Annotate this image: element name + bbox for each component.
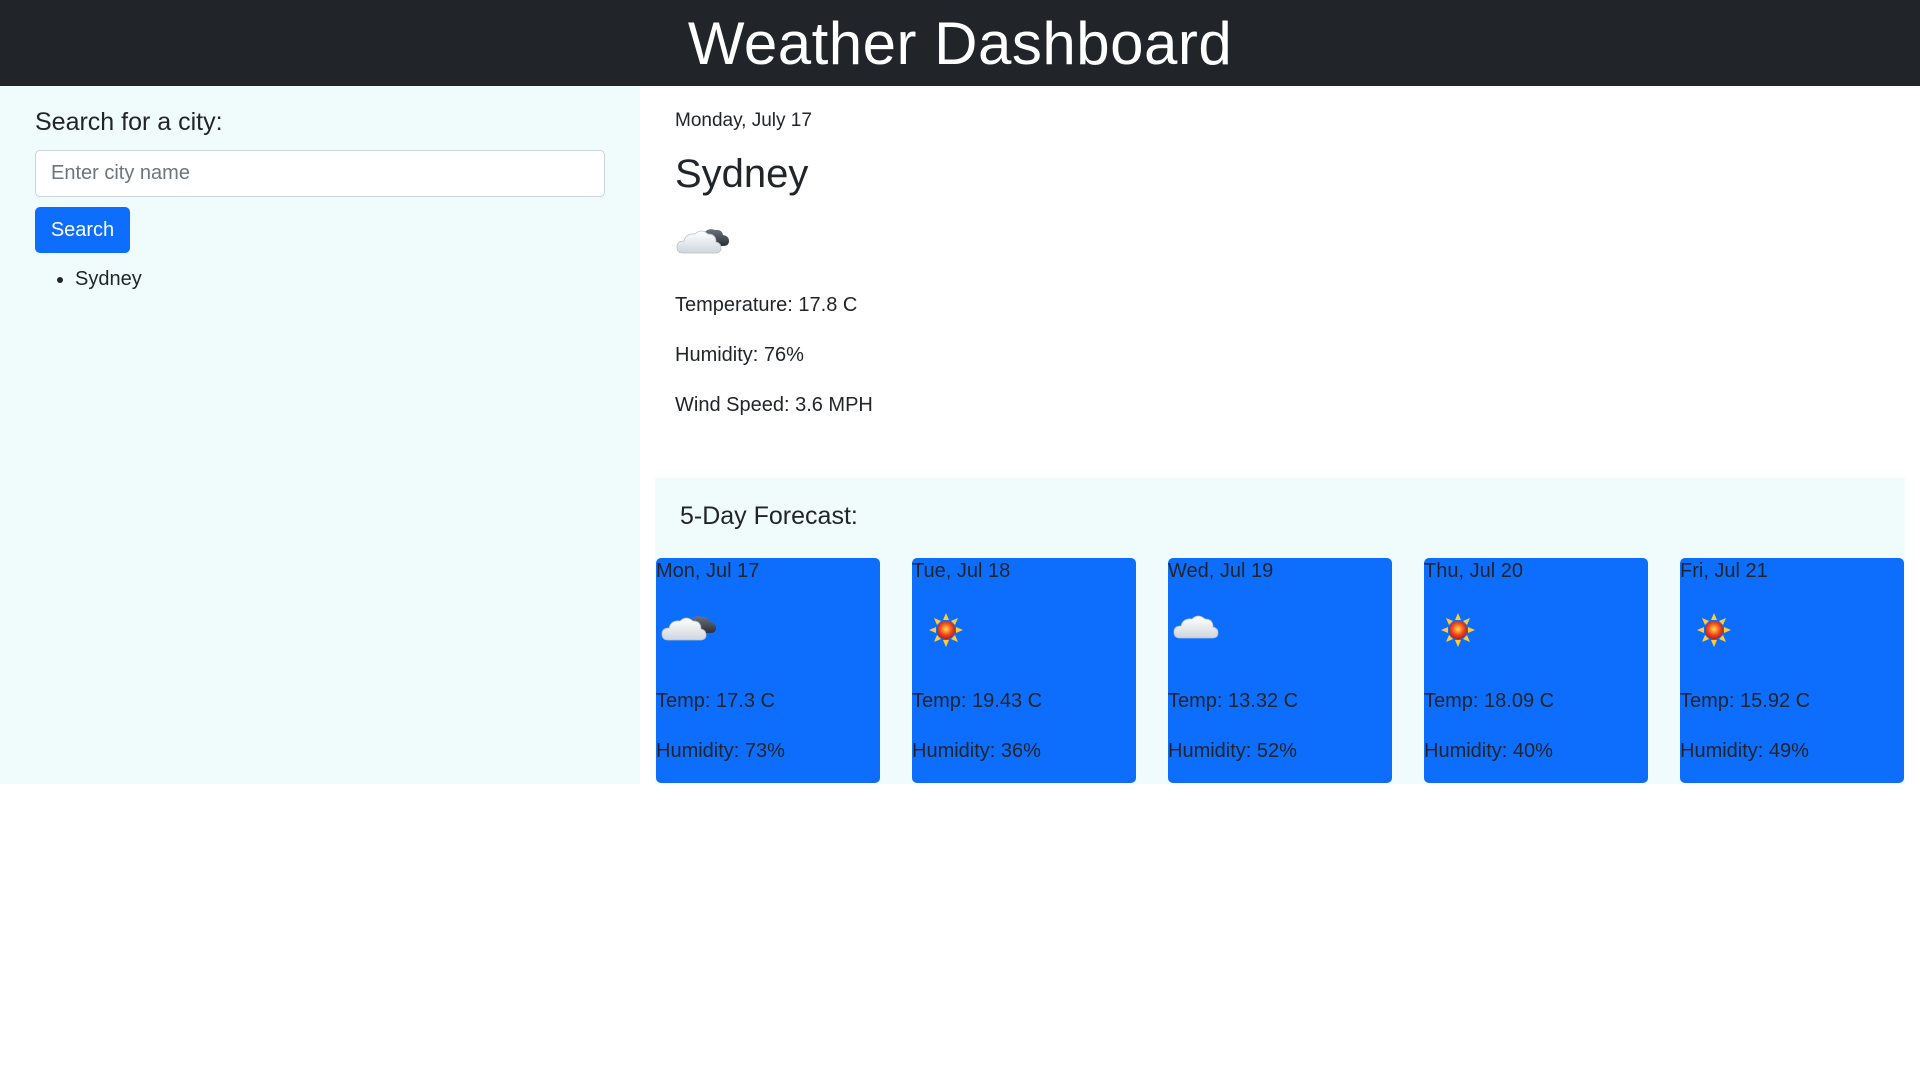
sun-icon [1697,613,1731,647]
forecast-card: Thu, Jul 20 Temp: 18.09 C Humidity: 40% [1424,558,1648,783]
forecast-temp: Temp: 18.09 C [1424,690,1555,712]
forecast-card: Wed, Jul 19 Temp: 13.32 C Humidity: 52% [1168,558,1392,783]
search-heading: Search for a city: [35,108,223,136]
forecast-temp: Temp: 15.92 C [1680,690,1811,712]
search-sidebar: Search for a city: Search Sydney [0,86,640,784]
forecast-date: Tue, Jul 18 [912,560,1011,582]
forecast-card: Tue, Jul 18 Temp: 19.43 C Humidity: 36% [912,558,1136,783]
forecast-section: 5-Day Forecast: Mon, Jul 17 Temp: 17.3 C… [655,478,1905,784]
sun-icon [1441,613,1475,647]
app-header: Weather Dashboard [0,0,1920,86]
forecast-date: Fri, Jul 21 [1680,560,1768,582]
search-button[interactable]: Search [35,207,130,253]
current-temperature: Temperature: 17.8 C [675,294,858,316]
forecast-humidity: Humidity: 49% [1680,740,1809,762]
forecast-humidity: Humidity: 36% [912,740,1041,762]
current-humidity: Humidity: 76% [675,344,804,366]
forecast-temp: Temp: 19.43 C [912,690,1043,712]
current-wind-speed: Wind Speed: 3.6 MPH [675,394,873,416]
sun-icon [929,613,963,647]
city-search-input[interactable] [35,150,605,197]
current-date: Monday, July 17 [675,110,812,131]
forecast-title: 5-Day Forecast: [680,502,858,530]
forecast-date: Wed, Jul 19 [1168,560,1274,582]
forecast-temp: Temp: 17.3 C [656,690,775,712]
partly-cloudy-icon [676,229,729,254]
current-city: Sydney [675,152,809,196]
forecast-temp: Temp: 13.32 C [1168,690,1299,712]
forecast-date: Mon, Jul 17 [656,560,760,582]
partly-cloudy-icon [661,616,716,641]
forecast-humidity: Humidity: 40% [1424,740,1553,762]
history-item[interactable]: Sydney [75,265,605,293]
page-title: Weather Dashboard [687,9,1233,77]
forecast-card: Mon, Jul 17 Temp: 17.3 C Humidity: 73% [656,558,880,783]
forecast-card: Fri, Jul 21 Temp: 15.92 C Humidity: 49% [1680,558,1904,783]
cloud-icon [1173,615,1219,639]
search-history-list: Sydney [35,265,605,293]
forecast-humidity: Humidity: 73% [656,740,785,762]
forecast-date: Thu, Jul 20 [1424,560,1523,582]
forecast-humidity: Humidity: 52% [1168,740,1297,762]
current-weather: Monday, July 17 Sydney Temperature: 17.8… [675,86,1875,417]
